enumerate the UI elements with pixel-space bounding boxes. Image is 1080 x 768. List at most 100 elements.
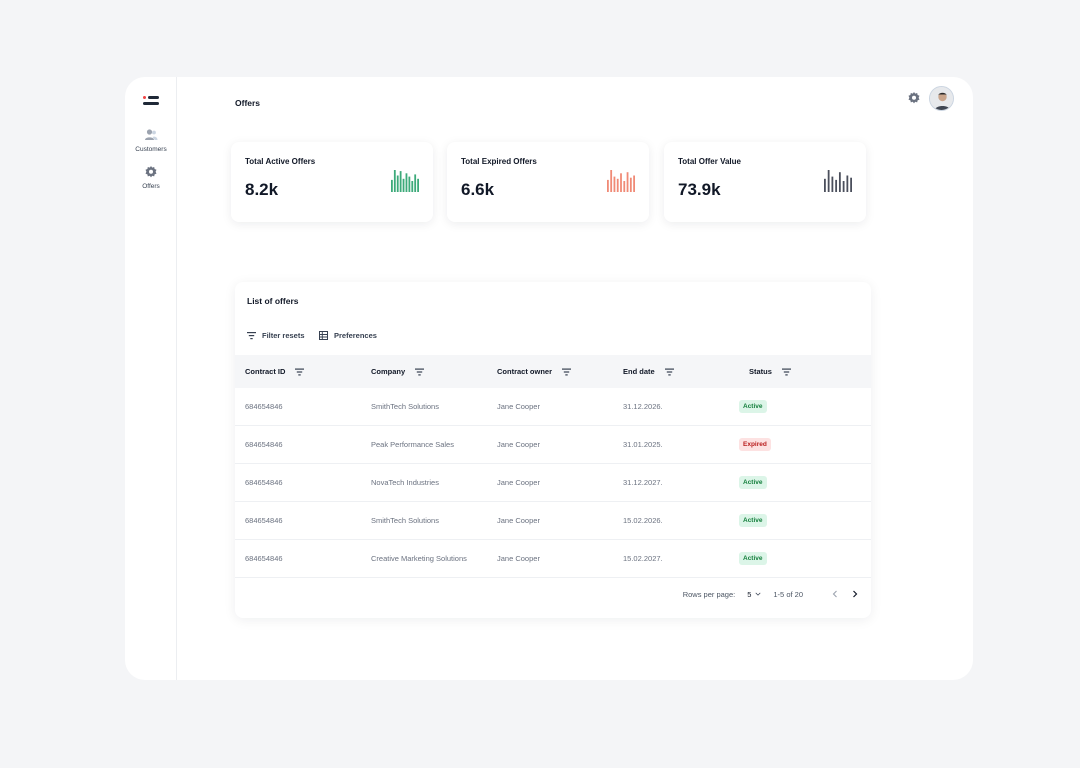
sparkline-bar xyxy=(846,175,849,192)
rows-per-page-select[interactable]: 5 xyxy=(747,590,761,599)
sparkline-bar xyxy=(391,179,393,192)
cell-owner: Jane Cooper xyxy=(497,402,540,411)
sparkline-bar xyxy=(629,177,632,192)
column-label: Company xyxy=(371,367,406,376)
cell-owner: Jane Cooper xyxy=(497,478,540,487)
column-label: End date xyxy=(623,367,655,376)
cell-end-date: 31.12.2027. xyxy=(623,478,663,487)
status-badge: Active xyxy=(739,552,767,565)
column-header-contract-id[interactable]: Contract ID xyxy=(245,355,305,388)
table-header: Contract ID Company Contract owner End d… xyxy=(235,355,871,388)
status-cell: Active xyxy=(739,502,767,539)
rows-per-page-value: 5 xyxy=(747,589,752,599)
status-badge: Active xyxy=(739,400,767,413)
cell-contract-id: 684654846 xyxy=(245,402,283,411)
sidebar: Customers Offers xyxy=(125,77,177,680)
cell-company: NovaTech Industries xyxy=(371,478,439,487)
filter-icon[interactable] xyxy=(562,368,572,376)
stat-card-value: Total Offer Value 73.9k xyxy=(664,142,866,222)
users-icon xyxy=(145,129,158,140)
status-badge: Expired xyxy=(739,438,771,451)
sparkline-bar xyxy=(610,170,613,192)
filter-icon[interactable] xyxy=(781,368,791,376)
column-label: Status xyxy=(749,367,772,376)
cell-contract-id: 684654846 xyxy=(245,478,283,487)
page-title: Offers xyxy=(235,98,261,108)
cell-end-date: 31.01.2025. xyxy=(623,440,663,449)
table-row[interactable]: 684654846 SmithTech Solutions Jane Coope… xyxy=(235,502,871,540)
cell-company: SmithTech Solutions xyxy=(371,402,439,411)
sparkline-bar xyxy=(613,176,616,192)
sparkline-bar xyxy=(408,176,411,192)
table-row[interactable]: 684654846 SmithTech Solutions Jane Coope… xyxy=(235,388,871,426)
stat-value: 8.2k xyxy=(245,180,279,199)
gear-icon xyxy=(145,166,157,178)
table-title: List of offers xyxy=(247,296,299,306)
filter-resets-button[interactable]: Filter resets xyxy=(247,331,305,340)
stat-label: Total Active Offers xyxy=(245,157,316,166)
table-row[interactable]: 684654846 NovaTech Industries Jane Coope… xyxy=(235,464,871,502)
cell-end-date: 15.02.2027. xyxy=(623,554,663,563)
status-badge: Active xyxy=(739,514,767,527)
chevron-right-icon xyxy=(853,590,858,598)
bar-sparkline-icon xyxy=(607,170,635,192)
sidebar-item-offers[interactable]: Offers xyxy=(125,165,177,190)
column-header-company[interactable]: Company xyxy=(371,355,425,388)
column-header-contract-owner[interactable]: Contract owner xyxy=(497,355,572,388)
sparkline-bar xyxy=(620,173,622,192)
sparkline-bar xyxy=(835,179,838,192)
preferences-label: Preferences xyxy=(334,331,377,340)
sparkline-bar xyxy=(838,172,841,192)
sparkline-bar xyxy=(842,181,845,192)
columns-icon xyxy=(319,331,328,340)
table-row[interactable]: 684654846 Creative Marketing Solutions J… xyxy=(235,540,871,578)
column-header-end-date[interactable]: End date xyxy=(623,355,674,388)
cell-end-date: 15.02.2026. xyxy=(623,516,663,525)
stat-value: 6.6k xyxy=(461,180,495,199)
cell-company: Creative Marketing Solutions xyxy=(371,554,467,563)
app-logo[interactable] xyxy=(143,96,159,106)
cell-owner: Jane Cooper xyxy=(497,554,540,563)
user-avatar-icon xyxy=(930,87,953,110)
sparkline-bar xyxy=(411,181,414,192)
cell-company: Peak Performance Sales xyxy=(371,440,454,449)
sidebar-item-customers[interactable]: Customers xyxy=(125,128,177,153)
chevron-left-icon xyxy=(832,590,837,598)
page-range: 1-5 of 20 xyxy=(773,589,803,599)
avatar[interactable] xyxy=(929,86,954,111)
bar-sparkline-icon xyxy=(391,170,419,192)
filter-icon[interactable] xyxy=(415,368,425,376)
stat-value: 73.9k xyxy=(678,180,721,199)
sparkline-bar xyxy=(827,170,830,192)
status-cell: Active xyxy=(739,464,767,501)
sparkline-bar xyxy=(402,178,405,192)
sidebar-item-label: Offers xyxy=(142,183,160,190)
sparkline-bar xyxy=(616,178,619,192)
status-cell: Active xyxy=(739,540,767,577)
sparkline-bar xyxy=(626,172,629,192)
filter-icon[interactable] xyxy=(664,368,674,376)
sparkline-bar xyxy=(850,177,852,192)
preferences-button[interactable]: Preferences xyxy=(319,331,377,340)
cell-owner: Jane Cooper xyxy=(497,440,540,449)
sparkline-bar xyxy=(633,175,635,192)
stat-card-expired: Total Expired Offers 6.6k xyxy=(447,142,649,222)
column-header-status[interactable]: Status xyxy=(749,355,791,388)
filter-icon[interactable] xyxy=(295,368,305,376)
table-row[interactable]: 684654846 Peak Performance Sales Jane Co… xyxy=(235,426,871,464)
status-badge: Active xyxy=(739,476,767,489)
sparkline-bar xyxy=(623,181,626,192)
settings-icon[interactable] xyxy=(907,91,921,105)
cell-end-date: 31.12.2026. xyxy=(623,402,663,411)
prev-page-button[interactable] xyxy=(829,588,841,600)
chevron-down-icon xyxy=(755,592,761,596)
next-page-button[interactable] xyxy=(849,588,861,600)
status-cell: Active xyxy=(739,388,767,425)
sparkline-bar xyxy=(607,179,609,192)
bar-sparkline-icon xyxy=(824,170,852,192)
cell-owner: Jane Cooper xyxy=(497,516,540,525)
sparkline-bar xyxy=(399,171,402,192)
filter-icon xyxy=(247,332,256,340)
sparkline-bar xyxy=(417,178,419,192)
sparkline-bar xyxy=(824,178,826,192)
